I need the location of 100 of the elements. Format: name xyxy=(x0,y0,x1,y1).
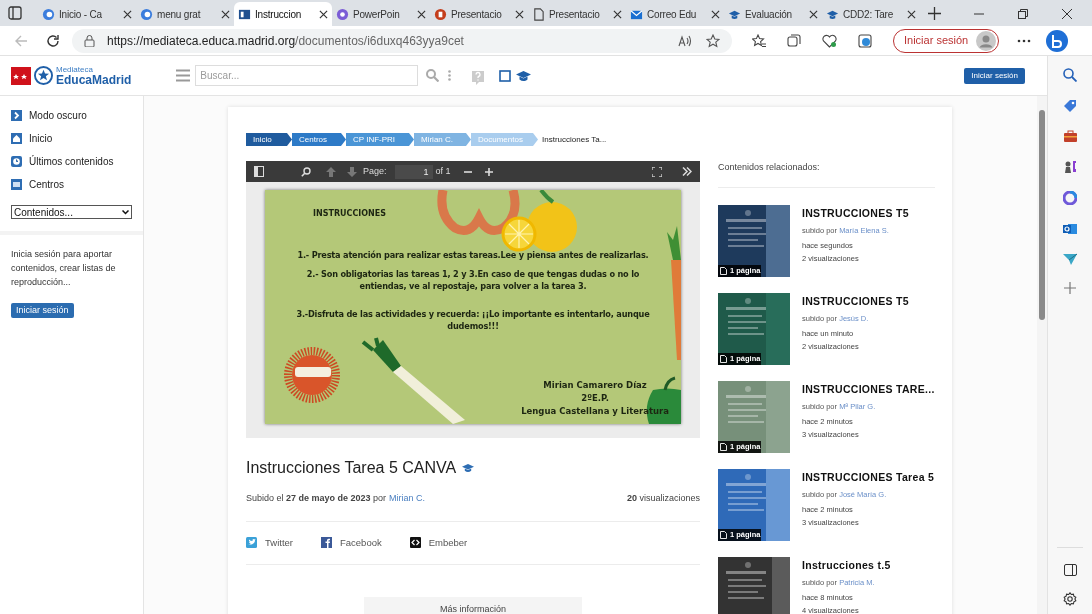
square-icon[interactable] xyxy=(499,69,512,82)
document-title: Instrucciones Tarea 5 CANVA xyxy=(246,458,457,478)
briefcase-icon[interactable] xyxy=(1062,130,1078,143)
tab-favicon-icon xyxy=(434,7,447,21)
lock-icon xyxy=(84,34,95,47)
search-icon[interactable] xyxy=(1063,68,1077,82)
page-label: Page: xyxy=(363,164,387,178)
related-title-link[interactable]: INSTRUCCIONES T5 xyxy=(802,293,909,310)
chevron-down-icon xyxy=(122,209,129,215)
read-aloud-icon[interactable] xyxy=(678,34,692,47)
content-dropdown[interactable]: Contenidos... xyxy=(11,205,132,219)
globe-logo-icon xyxy=(34,66,53,85)
tab-title: menu grat xyxy=(157,7,202,22)
close-icon[interactable] xyxy=(417,9,426,19)
close-icon[interactable] xyxy=(123,9,132,19)
browser-tab[interactable]: Correo Edu xyxy=(626,2,724,26)
breadcrumb-link[interactable]: Centros xyxy=(292,133,346,146)
close-icon[interactable] xyxy=(319,9,328,19)
browser-tab[interactable]: Instruccion xyxy=(234,2,332,26)
clock-icon xyxy=(11,156,22,167)
more-icon[interactable] xyxy=(1017,38,1032,43)
rambutan-drawing xyxy=(284,347,340,403)
address-field[interactable]: https://mediateca.educa.madrid.org/documentos/i6duxq463yya9cet xyxy=(72,28,732,53)
page-number-field[interactable]: 1 xyxy=(394,164,433,179)
sign-in-prompt: Inicia sesión para aportar contenidos, crear listas de reproducción... xyxy=(11,248,117,289)
up-arrow-icon[interactable] xyxy=(326,166,336,177)
tab-favicon-icon xyxy=(140,7,153,21)
sign-in-button[interactable]: Iniciar sesión xyxy=(11,303,74,318)
slide-text: 2.- Son obligatorias las tareas 1, 2 y 3.En caso de que tengas dudas o no lo entiendas, ve al repostaje, para volver a la tarea 3. xyxy=(305,268,641,292)
browser-tab[interactable]: Evaluación xyxy=(724,2,822,26)
document-icon xyxy=(720,442,727,451)
folder-icon xyxy=(11,179,22,190)
collections-icon[interactable] xyxy=(787,33,801,48)
twitter-icon xyxy=(246,537,257,549)
search-icon[interactable] xyxy=(301,166,311,177)
related-title-link[interactable]: Instrucciones t.5 xyxy=(802,557,891,574)
tab-title: Correo Edu xyxy=(647,7,698,22)
share-link[interactable]: Twitter xyxy=(246,535,293,550)
sign-in-button[interactable]: Iniciar sesión xyxy=(964,67,1025,84)
fullscreen-icon[interactable] xyxy=(652,166,662,177)
sidebar-item[interactable]: Últimos contenidos xyxy=(11,154,132,169)
tag-icon[interactable] xyxy=(1063,99,1077,113)
sidebar-item[interactable]: Modo oscuro xyxy=(11,108,132,123)
browser-tab[interactable]: Presentacio xyxy=(430,2,528,26)
side-panel-icon[interactable] xyxy=(1063,564,1077,576)
browser-tab[interactable]: CDD2: Tare xyxy=(822,2,920,26)
tab-actions-icon[interactable] xyxy=(8,6,22,20)
scrollbar-thumb[interactable] xyxy=(1039,110,1045,320)
breadcrumb-current: Instrucciones Ta... xyxy=(542,133,607,146)
copilot-icon[interactable] xyxy=(1045,28,1070,53)
close-icon[interactable] xyxy=(809,9,818,19)
close-icon[interactable] xyxy=(711,9,720,19)
close-icon[interactable] xyxy=(907,9,916,19)
tab-favicon-icon xyxy=(532,7,545,21)
browser-tab[interactable]: menu grat xyxy=(136,2,234,26)
avatar-icon xyxy=(976,30,997,51)
close-icon[interactable] xyxy=(613,9,622,19)
close-icon[interactable] xyxy=(1062,9,1072,19)
share-link[interactable]: Embeber xyxy=(409,535,468,550)
sidebar-item[interactable]: Centros xyxy=(11,177,132,192)
chess-pieces-icon[interactable] xyxy=(1063,160,1077,174)
chevron-icon xyxy=(11,110,22,121)
double-chevron-icon[interactable] xyxy=(682,167,692,176)
share-link[interactable]: Facebook xyxy=(321,535,382,550)
close-icon[interactable] xyxy=(221,9,230,19)
slide-text: 1.- Presta atención para realizar estas tareas.Lee y piensa antes de realizarlas. xyxy=(296,249,650,261)
close-icon[interactable] xyxy=(515,9,524,19)
favorites-icon[interactable] xyxy=(752,33,766,48)
graduation-cap-icon[interactable] xyxy=(516,69,532,82)
home-icon xyxy=(11,133,22,144)
search-field[interactable]: Buscar... xyxy=(195,65,419,86)
zoom-in-icon[interactable] xyxy=(484,167,493,176)
sidebar-toggle-icon[interactable] xyxy=(254,166,264,177)
author-link[interactable]: Mirian C. xyxy=(389,492,426,506)
browser-tab[interactable]: Inicio - Ca xyxy=(38,2,136,26)
flag-icon xyxy=(11,66,31,85)
related-title-link[interactable]: INSTRUCCIONES Tarea 5 xyxy=(802,469,935,486)
related-title-link[interactable]: INSTRUCCIONES T5 xyxy=(802,205,909,222)
menu-icon[interactable] xyxy=(176,69,191,82)
new-tab-icon[interactable] xyxy=(928,7,941,20)
slide-text: 3.-Disfruta de las actividades y recuerda: ¡¡Lo importante es intentarlo, aunque dudemos!!! xyxy=(295,308,651,332)
slide-signature: 2ºE.P. xyxy=(581,392,609,405)
settings-icon[interactable] xyxy=(1063,592,1077,606)
outlook-icon[interactable] xyxy=(1063,222,1077,236)
browser-tab[interactable]: Presentacio xyxy=(528,2,626,26)
tab-favicon-icon xyxy=(336,7,349,21)
browser-tab[interactable]: PowerPoin xyxy=(332,2,430,26)
restore-icon[interactable] xyxy=(1018,9,1028,19)
browser-essentials-icon[interactable] xyxy=(858,33,873,48)
related-title-link[interactable]: INSTRUCCIONES TARE... xyxy=(802,381,935,398)
heart-pulse-icon[interactable] xyxy=(822,33,837,48)
document-icon xyxy=(720,266,727,275)
send-icon[interactable] xyxy=(1063,253,1077,265)
sidebar-item[interactable]: Inicio xyxy=(11,131,132,146)
add-icon[interactable] xyxy=(1064,282,1076,294)
down-arrow-icon[interactable] xyxy=(347,166,357,177)
favorite-star-icon[interactable] xyxy=(706,33,720,48)
breadcrumb-link[interactable]: Inicio xyxy=(246,133,292,146)
more-info-button[interactable]: Más información xyxy=(364,597,582,614)
refresh-icon[interactable] xyxy=(46,33,60,48)
